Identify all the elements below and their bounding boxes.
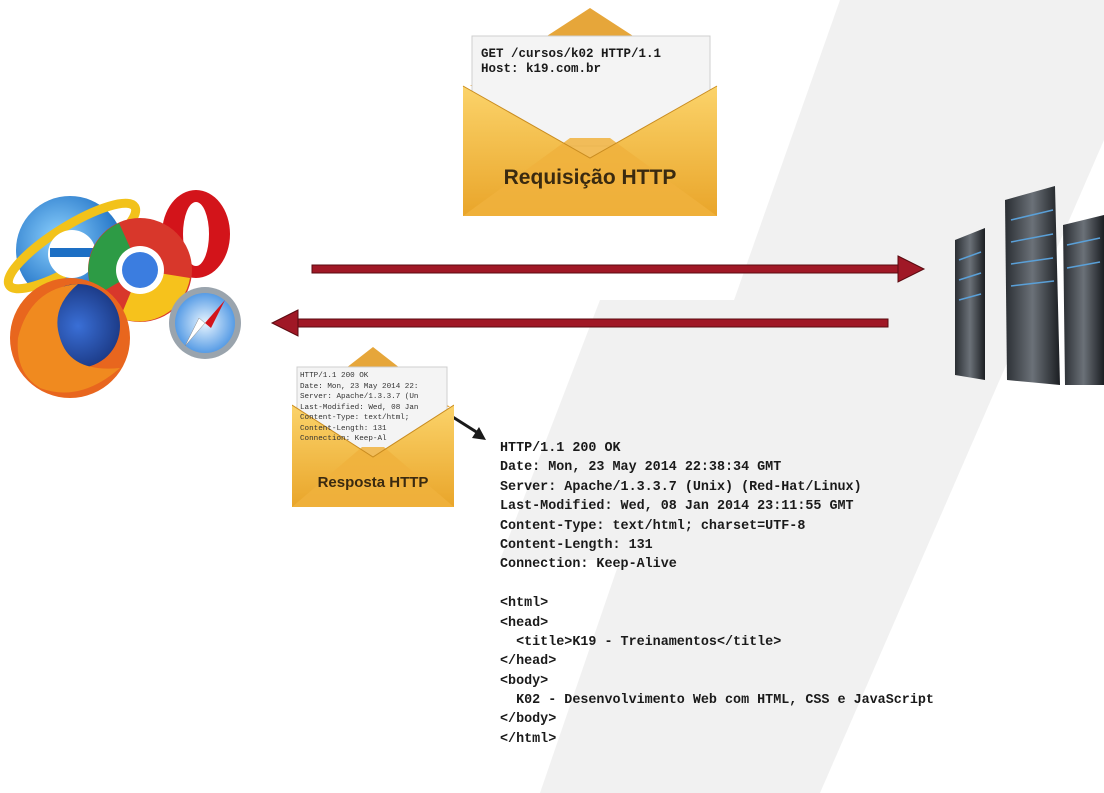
response-line: <head> — [500, 615, 549, 631]
response-line: K02 - Desenvolvimento Web com HTML, CSS … — [500, 693, 934, 709]
response-line: Date: Mon, 23 May 2014 22:38:34 GMT — [500, 460, 782, 476]
server-rack-icon — [955, 186, 1104, 385]
response-line: </html> — [500, 731, 557, 747]
request-arrow — [311, 255, 926, 283]
response-arrow — [270, 309, 889, 337]
response-line: Connection: Keep-Alive — [500, 557, 677, 573]
request-message: GET /cursos/k02 HTTP/1.1 Host: k19.com.br — [473, 37, 713, 137]
request-label: Requisição HTTP — [503, 166, 677, 189]
request-line: Host: k19.com.br — [481, 62, 602, 76]
response-detail: HTTP/1.1 200 OK Date: Mon, 23 May 2014 22… — [500, 439, 934, 749]
response-line: Content-Type: text/html; charset=UTF-8 — [500, 518, 806, 534]
response-preview-line: Connection: Keep-Al — [300, 435, 387, 443]
response-line: <html> — [500, 596, 549, 612]
response-line: <body> — [500, 673, 549, 689]
response-line: </body> — [500, 712, 557, 728]
response-line — [500, 575, 934, 594]
response-preview-line: Content-Length: 131 — [300, 424, 387, 433]
response-line: </head> — [500, 654, 557, 670]
response-preview-line: Last-Modified: Wed, 08 Jan — [300, 403, 419, 412]
response-preview-line: Server: Apache/1.3.3.7 (Un — [300, 393, 419, 401]
response-preview-line: HTTP/1.1 200 OK — [300, 372, 369, 380]
response-preview: HTTP/1.1 200 OK Date: Mon, 23 May 2014 22… — [297, 368, 447, 458]
response-line: Last-Modified: Wed, 08 Jan 2014 23:11:55… — [500, 499, 854, 515]
browser-logos-icon — [3, 190, 241, 398]
response-line: Server: Apache/1.3.3.7 (Unix) (Red-Hat/L… — [500, 479, 862, 495]
response-preview-line: Date: Mon, 23 May 2014 22: — [300, 382, 419, 391]
response-line: Content-Length: 131 — [500, 537, 653, 553]
response-label: Resposta HTTP — [317, 474, 429, 491]
response-preview-line: Content-Type: text/html; — [300, 414, 410, 422]
request-line: GET /cursos/k02 HTTP/1.1 — [481, 47, 662, 61]
response-line: HTTP/1.1 200 OK — [500, 441, 621, 456]
response-line: <title>K19 - Treinamentos</title> — [500, 634, 782, 650]
